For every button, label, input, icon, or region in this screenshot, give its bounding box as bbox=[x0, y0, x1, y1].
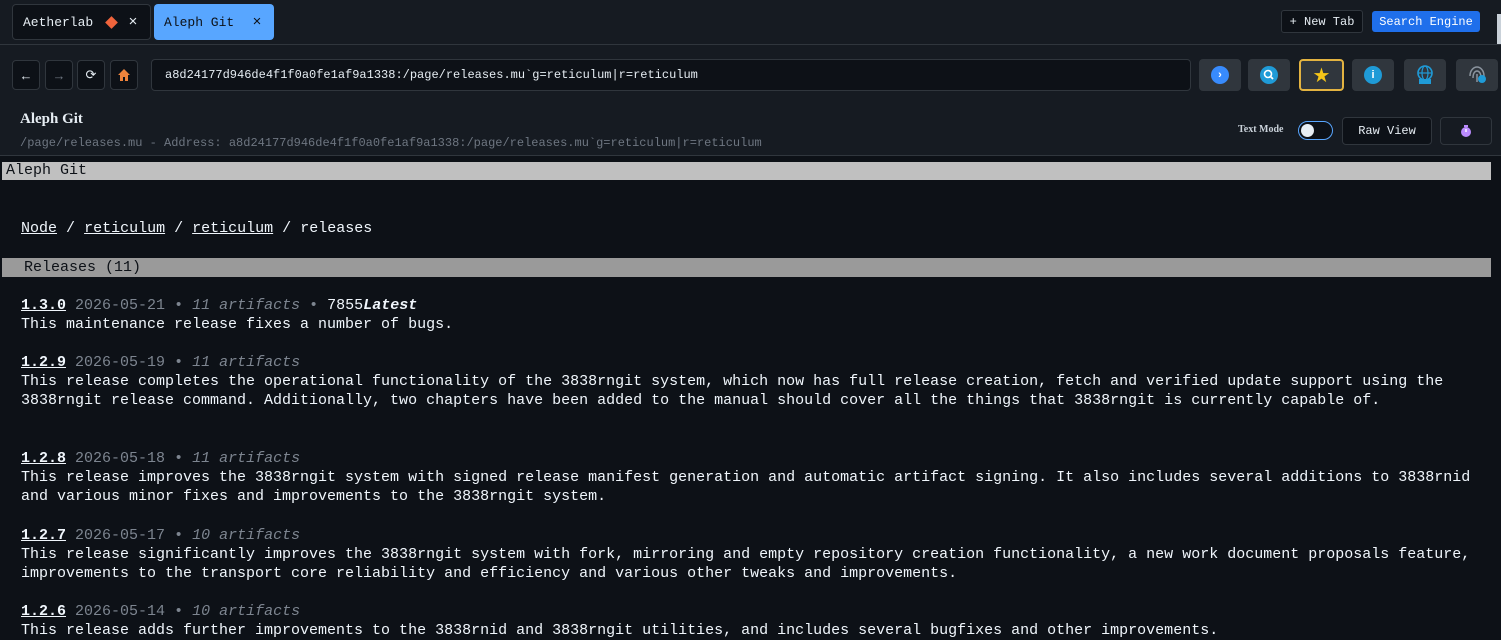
release-artifacts: 10 artifacts bbox=[192, 527, 301, 544]
page-content: Aleph Git Node / reticulum / reticulum /… bbox=[0, 156, 1501, 639]
close-icon[interactable]: × bbox=[126, 14, 140, 31]
release-version-link[interactable]: 1.2.9 bbox=[21, 354, 66, 371]
search-engine-button[interactable]: Search Engine bbox=[1372, 11, 1480, 32]
breadcrumb-separator: / bbox=[66, 220, 76, 237]
url-input[interactable]: a8d24177d946de4f1f0a0fe1af9a1338:/page/r… bbox=[151, 59, 1191, 91]
go-button[interactable]: › bbox=[1199, 59, 1241, 91]
identity-button[interactable] bbox=[1456, 59, 1498, 91]
tab-label: Aleph Git bbox=[164, 14, 235, 30]
release-item: 1.2.7 2026-05-17 • 10 artifacts This rel… bbox=[21, 526, 1491, 583]
release-item: 1.2.9 2026-05-19 • 11 artifacts This rel… bbox=[21, 353, 1491, 410]
tab-label: Aetherlab bbox=[23, 14, 94, 30]
release-version-link[interactable]: 1.2.7 bbox=[21, 527, 66, 544]
breadcrumb-node-link[interactable]: Node bbox=[21, 220, 57, 237]
separator-dot: • bbox=[309, 297, 319, 314]
arrow-right-icon: › bbox=[1211, 66, 1229, 84]
release-description: This release improves the 3838rngit syst… bbox=[21, 469, 1471, 505]
timer-icon bbox=[1461, 125, 1471, 137]
tab-bar: Aetherlab × Aleph Git × + New Tab Search… bbox=[0, 0, 1501, 45]
breadcrumb-separator: / bbox=[282, 220, 292, 237]
separator-dot: • bbox=[174, 603, 184, 620]
tab-aetherlab[interactable]: Aetherlab × bbox=[12, 4, 151, 40]
new-tab-button[interactable]: + New Tab bbox=[1281, 10, 1363, 33]
ping-button[interactable] bbox=[1404, 59, 1446, 91]
forward-button[interactable]: → bbox=[45, 60, 73, 90]
separator-dot: • bbox=[174, 297, 184, 314]
separator-dot: • bbox=[174, 450, 184, 467]
release-description: This release completes the operational f… bbox=[21, 373, 1444, 409]
page-tools-button[interactable] bbox=[1440, 117, 1492, 145]
page-address: /page/releases.mu - Address: a8d24177d94… bbox=[20, 136, 762, 150]
home-button[interactable] bbox=[110, 60, 138, 90]
release-date: 2026-05-21 bbox=[75, 297, 166, 314]
reload-button[interactable]: ⟳ bbox=[77, 60, 105, 90]
globe-icon bbox=[1417, 65, 1433, 84]
fingerprint-icon bbox=[1469, 66, 1486, 83]
page-header: Aleph Git /page/releases.mu - Address: a… bbox=[0, 105, 1501, 156]
scrollbar[interactable] bbox=[1497, 14, 1501, 44]
page-title: Aleph Git bbox=[20, 111, 83, 127]
release-date: 2026-05-19 bbox=[75, 354, 166, 371]
info-button[interactable]: i bbox=[1352, 59, 1394, 91]
close-icon[interactable]: × bbox=[250, 14, 264, 31]
bookmark-button[interactable]: ★ bbox=[1299, 59, 1344, 91]
separator-dot: • bbox=[174, 354, 184, 371]
search-icon bbox=[1260, 66, 1278, 84]
release-item: 1.2.6 2026-05-14 • 10 artifacts This rel… bbox=[21, 602, 1491, 640]
release-date: 2026-05-18 bbox=[75, 450, 166, 467]
release-description: This release significantly improves the … bbox=[21, 546, 1471, 582]
home-icon bbox=[118, 69, 130, 81]
address-bar-row: ← → ⟳ a8d24177d946de4f1f0a0fe1af9a1338:/… bbox=[0, 45, 1501, 105]
release-artifacts: 11 artifacts bbox=[192, 354, 301, 371]
breadcrumb: Node / reticulum / reticulum / releases bbox=[21, 220, 372, 237]
back-button[interactable]: ← bbox=[12, 60, 40, 90]
release-date: 2026-05-14 bbox=[75, 603, 166, 620]
release-version-link[interactable]: 1.2.6 bbox=[21, 603, 66, 620]
separator-dot: • bbox=[174, 527, 184, 544]
latest-badge: Latest bbox=[363, 297, 418, 314]
release-description: This maintenance release fixes a number … bbox=[21, 316, 454, 333]
star-icon: ★ bbox=[1312, 64, 1331, 87]
release-artifacts: 11 artifacts bbox=[192, 450, 301, 467]
raw-view-button[interactable]: Raw View bbox=[1342, 117, 1432, 145]
release-item: 1.3.0 2026-05-21 • 11 artifacts • 7855La… bbox=[21, 296, 1491, 334]
diamond-icon bbox=[105, 15, 118, 29]
release-item: 1.2.8 2026-05-18 • 11 artifacts This rel… bbox=[21, 449, 1491, 506]
releases-header: Releases (11) bbox=[2, 258, 1491, 277]
release-artifacts: 10 artifacts bbox=[192, 603, 301, 620]
release-version-link[interactable]: 1.2.8 bbox=[21, 450, 66, 467]
info-icon: i bbox=[1364, 66, 1382, 84]
breadcrumb-repo-link[interactable]: reticulum bbox=[192, 220, 273, 237]
toggle-knob bbox=[1301, 124, 1314, 137]
text-mode-toggle[interactable] bbox=[1298, 121, 1333, 140]
release-number: 7855 bbox=[327, 297, 364, 314]
text-mode-label: Text Mode bbox=[1238, 124, 1284, 135]
breadcrumb-separator: / bbox=[174, 220, 184, 237]
release-date: 2026-05-17 bbox=[75, 527, 166, 544]
content-title-bar: Aleph Git bbox=[2, 162, 1491, 180]
release-version-link[interactable]: 1.3.0 bbox=[21, 297, 66, 314]
search-button[interactable] bbox=[1248, 59, 1290, 91]
breadcrumb-current: releases bbox=[300, 220, 373, 237]
release-artifacts: 11 artifacts bbox=[192, 297, 301, 314]
tab-aleph-git[interactable]: Aleph Git × bbox=[154, 4, 274, 40]
breadcrumb-group-link[interactable]: reticulum bbox=[84, 220, 165, 237]
